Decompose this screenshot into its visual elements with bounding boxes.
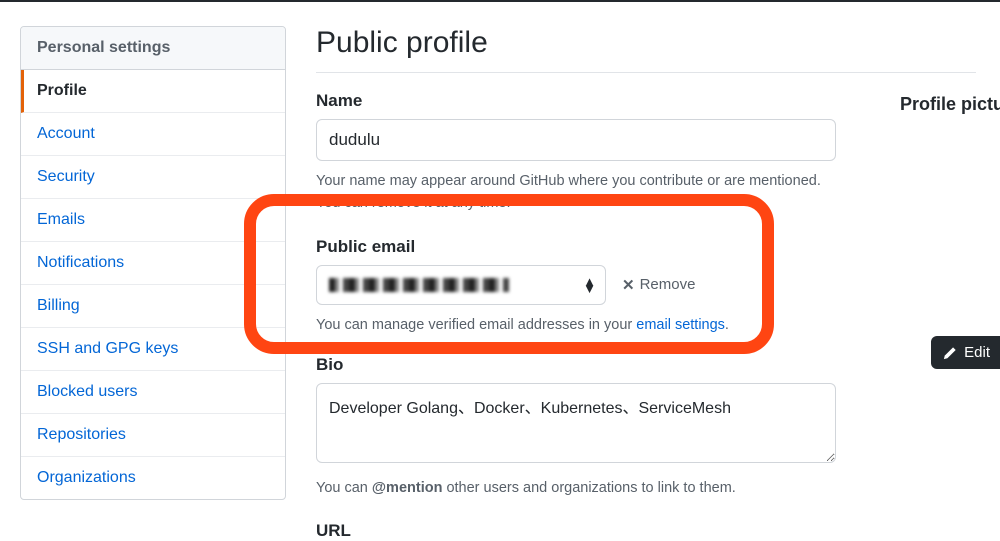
public-email-section: Public email ▲▼ ✕ Remove You can manage … bbox=[316, 237, 1000, 333]
url-section: URL bbox=[316, 521, 1000, 541]
name-label: Name bbox=[316, 91, 1000, 111]
remove-email-button[interactable]: ✕ Remove bbox=[622, 276, 695, 294]
name-hint: Your name may appear around GitHub where… bbox=[316, 171, 836, 215]
email-settings-link[interactable]: email settings bbox=[636, 317, 725, 333]
bio-section: Bio You can @mention other users and org… bbox=[316, 355, 1000, 500]
select-chevrons-icon: ▲▼ bbox=[583, 278, 596, 292]
public-email-label: Public email bbox=[316, 237, 1000, 257]
sidebar-item-emails[interactable]: Emails bbox=[21, 199, 285, 242]
settings-sidebar: Personal settings Profile Account Securi… bbox=[0, 6, 286, 541]
close-icon: ✕ bbox=[622, 276, 635, 294]
sidebar-header: Personal settings bbox=[21, 27, 285, 70]
public-email-hint: You can manage verified email addresses … bbox=[316, 317, 1000, 333]
public-email-value-redacted bbox=[329, 278, 509, 292]
bio-textarea[interactable] bbox=[316, 383, 836, 463]
main-content: Public profile Name Your name may appear… bbox=[286, 6, 1000, 541]
sidebar-item-ssh-gpg-keys[interactable]: SSH and GPG keys bbox=[21, 328, 285, 371]
bio-hint: You can @mention other users and organiz… bbox=[316, 478, 836, 500]
sidebar-item-account[interactable]: Account bbox=[21, 113, 285, 156]
profile-picture-label: Profile picture bbox=[900, 94, 1000, 115]
bio-label: Bio bbox=[316, 355, 1000, 375]
edit-button[interactable]: Edit bbox=[931, 336, 1000, 369]
name-section: Name Your name may appear around GitHub … bbox=[316, 91, 1000, 215]
sidebar-item-organizations[interactable]: Organizations bbox=[21, 457, 285, 499]
remove-label: Remove bbox=[640, 276, 696, 293]
sidebar-item-repositories[interactable]: Repositories bbox=[21, 414, 285, 457]
sidebar-item-billing[interactable]: Billing bbox=[21, 285, 285, 328]
sidebar-item-notifications[interactable]: Notifications bbox=[21, 242, 285, 285]
divider bbox=[316, 72, 976, 73]
edit-label: Edit bbox=[964, 344, 990, 361]
page-title: Public profile bbox=[316, 26, 1000, 60]
public-email-select[interactable] bbox=[316, 265, 606, 305]
sidebar-item-security[interactable]: Security bbox=[21, 156, 285, 199]
sidebar-item-profile[interactable]: Profile bbox=[21, 70, 285, 113]
name-input[interactable] bbox=[316, 119, 836, 161]
pencil-icon bbox=[943, 346, 957, 360]
sidebar-item-blocked-users[interactable]: Blocked users bbox=[21, 371, 285, 414]
profile-picture-column: Profile picture bbox=[900, 94, 1000, 115]
url-label: URL bbox=[316, 521, 1000, 541]
